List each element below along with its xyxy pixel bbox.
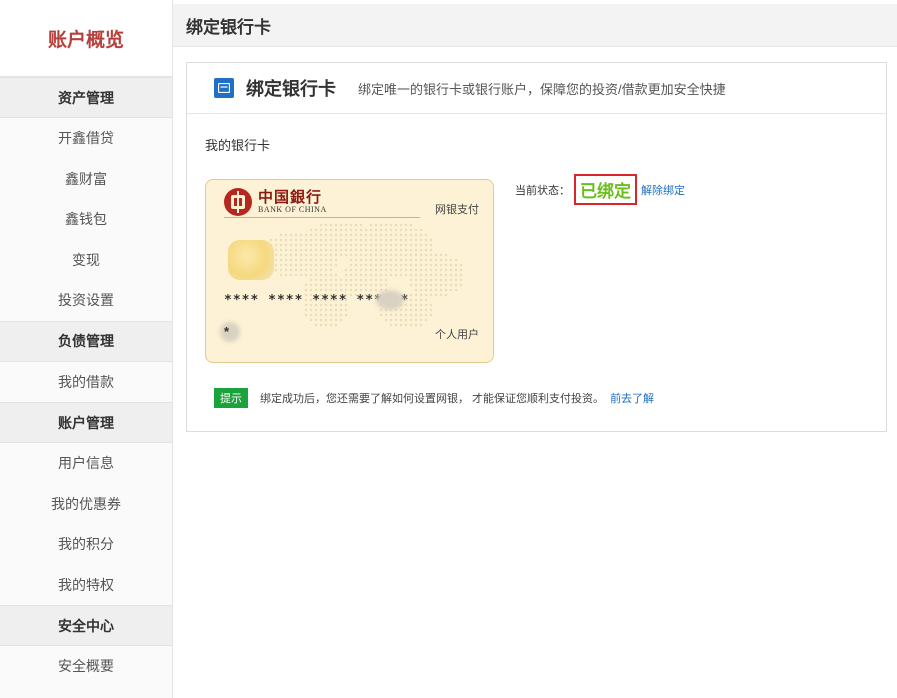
panel-description: 绑定唯一的银行卡或银行账户，保障您的投资/借款更加安全快捷 bbox=[358, 81, 726, 97]
status-label: 当前状态： bbox=[515, 184, 570, 197]
binding-status: 当前状态： 已绑定 解除绑定 bbox=[515, 174, 685, 205]
tip-badge: 提示 bbox=[214, 388, 248, 408]
bank-logo: 中国銀行 BANK OF CHINA bbox=[224, 188, 327, 216]
card-icon bbox=[214, 78, 234, 98]
sidebar-item-cash-out[interactable]: 变现 bbox=[0, 239, 172, 280]
card-divider bbox=[224, 217, 420, 218]
masked-blur bbox=[376, 290, 404, 310]
tip-bar: 提示 绑定成功后，您还需要了解如何设置网银， 才能保证您顺利支付投资。 前去了解 bbox=[214, 388, 654, 408]
masked-blur bbox=[220, 322, 240, 342]
unbind-link[interactable]: 解除绑定 bbox=[641, 182, 685, 198]
sidebar-item-my-points[interactable]: 我的积分 bbox=[0, 524, 172, 565]
bank-card: 中国銀行 BANK OF CHINA 网银支付 **** **** **** *… bbox=[205, 179, 494, 363]
sidebar-group-assets: 资产管理 bbox=[0, 77, 172, 118]
sidebar-item-investment-settings[interactable]: 投资设置 bbox=[0, 280, 172, 321]
panel-header: 绑定银行卡 绑定唯一的银行卡或银行账户，保障您的投资/借款更加安全快捷 bbox=[187, 63, 886, 114]
page-title: 绑定银行卡 bbox=[173, 4, 897, 47]
card-holder: * bbox=[224, 324, 230, 339]
sidebar-title[interactable]: 账户概览 bbox=[0, 0, 172, 77]
sidebar-item-my-coupons[interactable]: 我的优惠券 bbox=[0, 483, 172, 524]
bind-card-panel: 绑定银行卡 绑定唯一的银行卡或银行账户，保障您的投资/借款更加安全快捷 我的银行… bbox=[186, 62, 887, 432]
sidebar-item-kaixin-lending[interactable]: 开鑫借贷 bbox=[0, 118, 172, 159]
learn-more-link[interactable]: 前去了解 bbox=[610, 390, 654, 406]
sidebar: 账户概览 资产管理 开鑫借贷 鑫财富 鑫钱包 变现 投资设置 负债管理 我的借款… bbox=[0, 0, 173, 698]
bank-name-cn: 中国銀行 bbox=[258, 188, 323, 206]
bank-name-en: BANK OF CHINA bbox=[258, 205, 327, 214]
sidebar-item-xin-wealth[interactable]: 鑫财富 bbox=[0, 158, 172, 199]
my-bank-card-label: 我的银行卡 bbox=[205, 138, 271, 153]
card-chip bbox=[228, 240, 274, 280]
sidebar-group-security: 安全中心 bbox=[0, 605, 172, 646]
card-pay-type: 网银支付 bbox=[435, 204, 479, 216]
status-badge: 已绑定 bbox=[574, 174, 637, 205]
sidebar-item-user-info[interactable]: 用户信息 bbox=[0, 443, 172, 484]
sidebar-item-xin-wallet[interactable]: 鑫钱包 bbox=[0, 199, 172, 240]
main-content: 绑定银行卡 绑定银行卡 绑定唯一的银行卡或银行账户，保障您的投资/借款更加安全快… bbox=[173, 0, 897, 698]
sidebar-group-liabilities: 负债管理 bbox=[0, 320, 172, 362]
sidebar-item-security-overview[interactable]: 安全概要 bbox=[0, 646, 172, 687]
tip-text: 绑定成功后，您还需要了解如何设置网银， 才能保证您顺利支付投资。 bbox=[260, 393, 605, 405]
card-user-type: 个人用户 bbox=[435, 329, 479, 341]
sidebar-item-my-loans[interactable]: 我的借款 bbox=[0, 361, 172, 402]
bank-of-china-icon bbox=[224, 188, 252, 216]
sidebar-item-my-privileges[interactable]: 我的特权 bbox=[0, 564, 172, 605]
sidebar-group-account: 账户管理 bbox=[0, 402, 172, 443]
panel-title: 绑定银行卡 bbox=[246, 79, 336, 99]
